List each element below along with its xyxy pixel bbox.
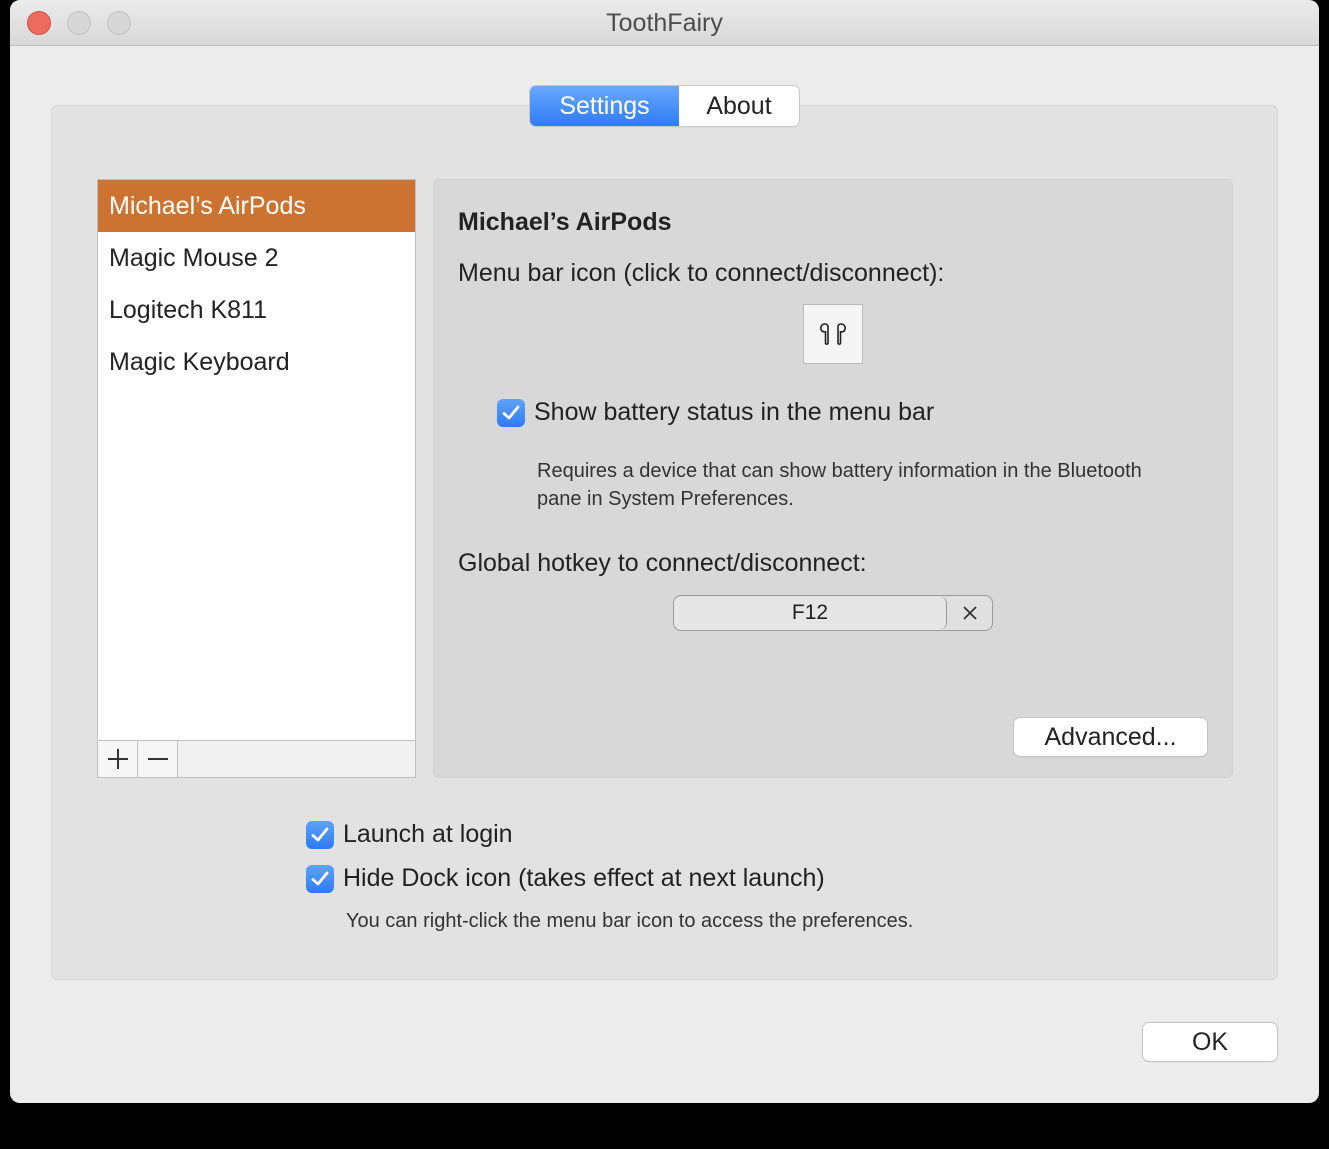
ok-button[interactable]: OK xyxy=(1143,1023,1277,1061)
tab-about[interactable]: About xyxy=(679,86,799,126)
plus-icon xyxy=(107,749,128,769)
checkmark-icon xyxy=(311,871,329,885)
window-title: ToothFairy xyxy=(606,9,723,37)
remove-device-button[interactable] xyxy=(138,741,178,777)
device-list-toolbar xyxy=(98,740,415,777)
checkmark-icon xyxy=(502,405,520,419)
device-title: Michael’s AirPods xyxy=(458,208,672,236)
clear-hotkey-button[interactable] xyxy=(947,596,992,630)
hide-dock-label: Hide Dock icon (takes effect at next lau… xyxy=(343,864,825,892)
hide-dock-checkbox[interactable] xyxy=(306,864,334,893)
hotkey-label: Global hotkey to connect/disconnect: xyxy=(458,549,867,577)
close-icon xyxy=(962,606,977,620)
dock-hint-text: You can right-click the menu bar icon to… xyxy=(346,910,914,932)
add-device-button[interactable] xyxy=(98,741,138,777)
launch-at-login-label: Launch at login xyxy=(343,820,513,848)
tab-settings[interactable]: Settings xyxy=(530,86,679,126)
minus-icon xyxy=(147,758,168,760)
menu-bar-icon-picker[interactable] xyxy=(803,304,863,364)
hide-dock-row: Hide Dock icon (takes effect at next lau… xyxy=(306,864,825,893)
device-detail-panel: Michael’s AirPods Menu bar icon (click t… xyxy=(433,179,1233,778)
device-item-magic-mouse-2[interactable]: Magic Mouse 2 xyxy=(98,232,415,284)
launch-at-login-row: Launch at login xyxy=(306,820,513,849)
device-item-michaels-airpods[interactable]: Michael’s AirPods xyxy=(98,180,415,232)
device-item-magic-keyboard[interactable]: Magic Keyboard xyxy=(98,336,415,388)
hotkey-recorder: F12 xyxy=(673,595,993,631)
show-battery-label: Show battery status in the menu bar xyxy=(534,398,935,426)
airpods-icon xyxy=(820,323,846,345)
device-list: Michael’s AirPods Magic Mouse 2 Logitech… xyxy=(97,179,416,778)
checkmark-icon xyxy=(311,827,329,841)
show-battery-checkbox[interactable] xyxy=(497,398,525,427)
advanced-button[interactable]: Advanced... xyxy=(1014,718,1207,756)
menu-bar-icon-label: Menu bar icon (click to connect/disconne… xyxy=(458,259,945,287)
title-bar[interactable]: ToothFairy xyxy=(10,0,1319,46)
show-battery-row: Show battery status in the menu bar xyxy=(497,398,934,427)
preferences-window: ToothFairy Settings About Michael’s AirP… xyxy=(10,0,1319,1103)
battery-hint-text: Requires a device that can show battery … xyxy=(537,460,1142,510)
device-item-logitech-k811[interactable]: Logitech K811 xyxy=(98,284,415,336)
hotkey-field[interactable]: F12 xyxy=(674,596,947,630)
launch-at-login-checkbox[interactable] xyxy=(306,820,334,849)
tab-bar: Settings About xyxy=(530,86,799,126)
